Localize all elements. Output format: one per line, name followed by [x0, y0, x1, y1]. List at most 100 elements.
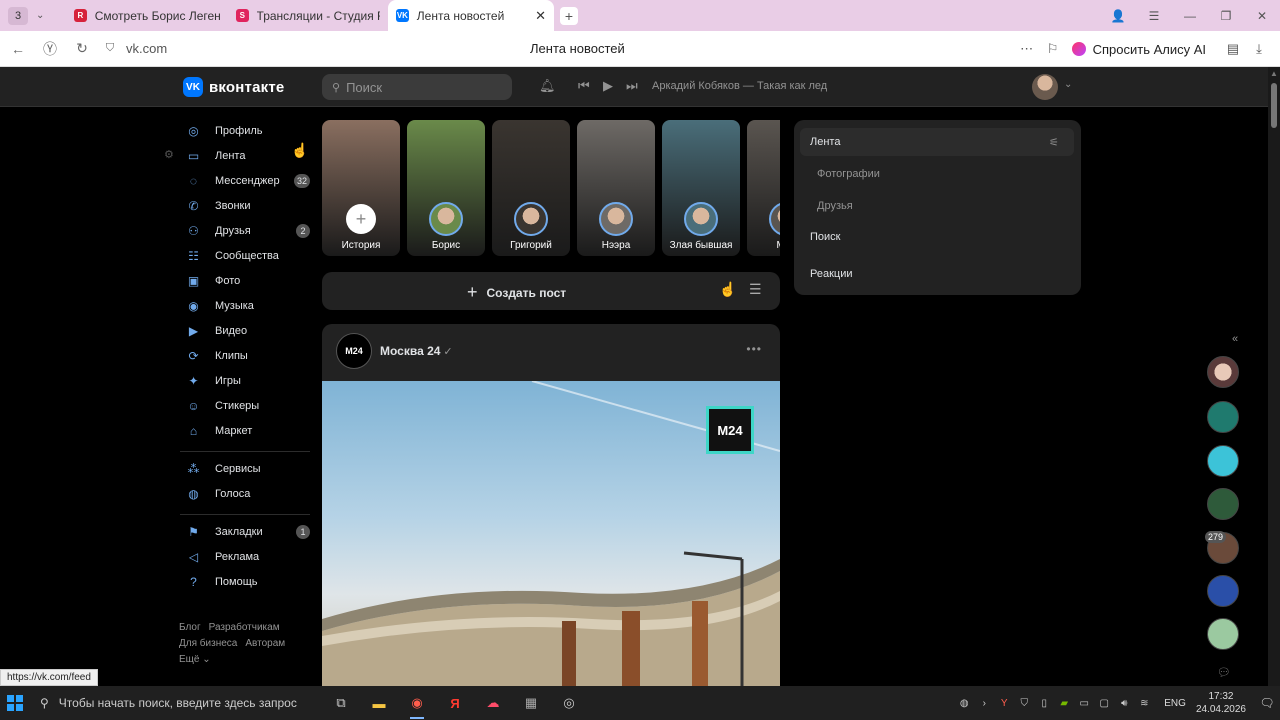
- bookmarks-panel-icon[interactable]: ▤: [1220, 41, 1246, 57]
- sidebar-item-communities[interactable]: ☷ Сообщества: [180, 243, 320, 268]
- tab-vk-feed[interactable]: VK Лента новостей ✕: [388, 0, 554, 31]
- dock-chat-avatar[interactable]: [1207, 488, 1239, 520]
- yandex-browser-icon[interactable]: ◉: [398, 686, 436, 720]
- reactions-icon[interactable]: ☝: [719, 281, 736, 298]
- profile-icon[interactable]: 👤: [1100, 9, 1136, 23]
- minimize-icon[interactable]: —: [1172, 9, 1208, 23]
- more-icon[interactable]: ⋯: [1014, 41, 1040, 57]
- chevron-down-icon[interactable]: ⌄: [1064, 79, 1072, 90]
- url-field[interactable]: vk.com: [126, 41, 167, 56]
- tab-list-chevron-icon[interactable]: ⌄: [36, 10, 52, 21]
- tray-yandex-icon[interactable]: Y: [994, 698, 1014, 709]
- scroll-up-icon[interactable]: ▲: [1270, 69, 1278, 78]
- sidebar-item-clips[interactable]: ⟳ Клипы: [180, 343, 320, 368]
- filter-search[interactable]: Поиск: [810, 231, 840, 243]
- restore-icon[interactable]: ❐: [1208, 9, 1244, 23]
- sidebar-item-votes[interactable]: ◍ Голоса: [180, 481, 320, 506]
- filter-feed[interactable]: Лента: [810, 136, 840, 148]
- input-language[interactable]: ENG: [1164, 698, 1186, 709]
- sidebar-item-services[interactable]: ⁂ Сервисы: [180, 456, 320, 481]
- yandex-icon[interactable]: Я: [436, 686, 474, 720]
- story-card[interactable]: Злая бывшая: [662, 120, 740, 256]
- create-post-button[interactable]: + Создать пост: [467, 282, 566, 303]
- story-card[interactable]: Нээра: [577, 120, 655, 256]
- filter-friends[interactable]: Друзья: [817, 200, 853, 212]
- sidebar-item-messenger[interactable]: ◌ Мессенджер 32: [180, 168, 320, 193]
- prev-track-icon[interactable]: ⏮: [578, 78, 590, 94]
- menu-icon[interactable]: ☰: [1136, 9, 1172, 23]
- notifications-icon[interactable]: 🗨︎: [1254, 696, 1280, 710]
- dock-chat-avatar[interactable]: [1207, 401, 1239, 433]
- play-icon[interactable]: ▶: [603, 78, 613, 94]
- task-view-icon[interactable]: ⧉: [322, 686, 360, 720]
- clock[interactable]: 17:32 24.04.2026: [1196, 690, 1246, 716]
- authors-link[interactable]: Авторам: [245, 638, 285, 649]
- sidebar-item-stickers[interactable]: ☺ Стикеры: [180, 393, 320, 418]
- filter-photos[interactable]: Фотографии: [817, 168, 880, 180]
- developers-link[interactable]: Разработчикам: [209, 622, 280, 633]
- sort-icon[interactable]: ☰: [749, 281, 762, 298]
- post-author-avatar[interactable]: M24: [336, 333, 372, 369]
- bookmark-icon[interactable]: ⚐: [1040, 41, 1066, 57]
- post-author-name[interactable]: Москва 24 ✓: [380, 344, 453, 358]
- sidebar-item-music[interactable]: ◉ Музыка: [180, 293, 320, 318]
- post-photo[interactable]: M24: [322, 381, 780, 686]
- user-avatar[interactable]: [1032, 74, 1058, 100]
- cloud-app-icon[interactable]: ☁: [474, 686, 512, 720]
- dock-chat-avatar[interactable]: [1207, 356, 1239, 388]
- security-icon[interactable]: ⛉: [100, 42, 120, 55]
- tab-count-badge[interactable]: 3: [8, 6, 28, 25]
- tray-display-icon[interactable]: ▢: [1094, 698, 1114, 709]
- reload-icon[interactable]: ↻: [64, 40, 100, 57]
- business-link[interactable]: Для бизнеса: [179, 638, 237, 649]
- dock-chat-avatar[interactable]: [1207, 575, 1239, 607]
- ask-alice-button[interactable]: Спросить Алису AI: [1071, 42, 1206, 57]
- wifi-icon[interactable]: ≋: [1134, 698, 1154, 709]
- back-icon[interactable]: ←: [0, 41, 36, 57]
- story-card[interactable]: Борис: [407, 120, 485, 256]
- tray-arrow-icon[interactable]: ›: [974, 698, 994, 709]
- sidebar-item-photo[interactable]: ▣ Фото: [180, 268, 320, 293]
- sidebar-item-help[interactable]: ? Помощь: [180, 569, 320, 594]
- sidebar-item-video[interactable]: ▶ Видео: [180, 318, 320, 343]
- dock-chat-avatar[interactable]: [1207, 618, 1239, 650]
- tab-close-icon[interactable]: ✕: [535, 8, 546, 24]
- sidebar-item-calls[interactable]: ✆ Звонки: [180, 193, 320, 218]
- media-app-icon[interactable]: ▦: [512, 686, 550, 720]
- tray-nvidia-icon[interactable]: ▰: [1054, 698, 1074, 709]
- collapse-chevrons-icon[interactable]: «: [1232, 333, 1238, 345]
- now-playing[interactable]: Аркадий Кобяков — Такая как лед: [652, 80, 827, 92]
- notifications-bell-icon[interactable]: 🔔︎: [539, 78, 556, 94]
- menu-settings-gear-icon[interactable]: ⚙: [164, 148, 174, 161]
- story-card[interactable]: Мос: [747, 120, 780, 256]
- sidebar-item-ads[interactable]: ◁ Реклама: [180, 544, 320, 569]
- filter-settings-icon[interactable]: ⚟: [1049, 136, 1059, 149]
- tray-usb-icon[interactable]: ▯: [1034, 698, 1054, 709]
- next-track-icon[interactable]: ⏭: [626, 78, 638, 94]
- more-link[interactable]: Ещё ⌄: [179, 654, 211, 665]
- downloads-icon[interactable]: ⤓: [1246, 41, 1272, 57]
- search-input[interactable]: [346, 79, 497, 95]
- close-window-icon[interactable]: ✕: [1244, 9, 1280, 23]
- page-scrollbar[interactable]: ▲: [1268, 67, 1280, 687]
- story-create[interactable]: + История: [322, 120, 400, 256]
- tray-app-icon[interactable]: ◍: [954, 698, 974, 709]
- vk-logo[interactable]: VK вконтакте: [183, 77, 284, 97]
- tray-shield-icon[interactable]: ⛉: [1014, 698, 1034, 709]
- start-button[interactable]: [0, 686, 30, 720]
- recording-app-icon[interactable]: ◎: [550, 686, 588, 720]
- filter-reactions[interactable]: Реакции: [810, 268, 853, 280]
- scroll-thumb[interactable]: [1271, 83, 1277, 128]
- sidebar-item-profile[interactable]: ◎ Профиль: [180, 118, 320, 143]
- new-tab-button[interactable]: +: [560, 6, 578, 25]
- tab-boris[interactable]: R Смотреть Борис Легенда: [66, 0, 228, 31]
- vk-search[interactable]: ⚲: [322, 74, 512, 100]
- sidebar-item-games[interactable]: ✦ Игры: [180, 368, 320, 393]
- dock-chat-icon[interactable]: 💬︎: [1217, 666, 1231, 679]
- tray-battery-icon[interactable]: ▭: [1074, 698, 1094, 709]
- story-card[interactable]: Григорий: [492, 120, 570, 256]
- taskbar-search[interactable]: ⚲ Чтобы начать поиск, введите здесь запр…: [40, 696, 310, 710]
- post-more-icon[interactable]: •••: [746, 342, 762, 356]
- volume-icon[interactable]: 🔊︎: [1114, 698, 1134, 709]
- sidebar-item-friends[interactable]: ⚇ Друзья 2: [180, 218, 320, 243]
